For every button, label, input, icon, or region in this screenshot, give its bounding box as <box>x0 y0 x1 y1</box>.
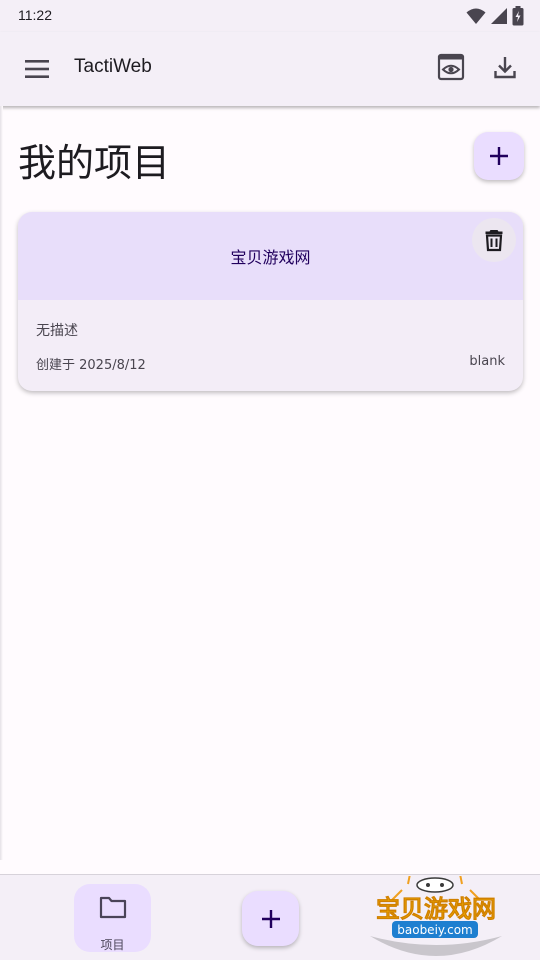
project-card-header: 宝贝游戏网 <box>18 212 523 300</box>
app-title: TactiWeb <box>74 56 152 77</box>
menu-icon <box>25 60 49 78</box>
add-project-button[interactable] <box>474 132 524 180</box>
trash-icon <box>485 230 503 252</box>
download-icon <box>494 57 516 79</box>
project-description: 无描述 <box>36 323 78 339</box>
preview-icon <box>437 53 465 81</box>
svg-text:baobeiy.com: baobeiy.com <box>397 923 472 937</box>
project-created-date: 创建于 2025/8/12 <box>36 358 146 373</box>
wifi-icon <box>466 8 486 24</box>
project-template: blank <box>469 354 505 369</box>
status-bar: 11:22 <box>0 0 540 32</box>
preview-button[interactable] <box>436 52 466 82</box>
screen: 11:22 TactiWeb 我的项目 宝贝游戏网 无描述 创建于 2025/8… <box>0 0 540 960</box>
download-button[interactable] <box>490 52 520 82</box>
watermark-logo: 宝贝游戏网 baobeiy.com <box>370 876 502 956</box>
nav-item-projects[interactable]: 项目 <box>74 884 151 952</box>
drawer-edge <box>0 106 3 860</box>
folder-icon <box>99 896 127 919</box>
nav-add-button[interactable] <box>242 891 299 946</box>
nav-projects-label: 项目 <box>100 938 125 952</box>
svg-text:宝贝游戏网: 宝贝游戏网 <box>376 895 496 923</box>
plus-icon <box>261 909 280 928</box>
app-bar: TactiWeb <box>0 32 540 106</box>
status-icons <box>466 6 524 26</box>
battery-icon <box>512 6 524 26</box>
status-time: 11:22 <box>18 7 52 23</box>
plus-icon <box>490 147 508 165</box>
menu-button[interactable] <box>20 54 54 84</box>
delete-project-button[interactable] <box>472 218 516 262</box>
page-title: 我的项目 <box>18 141 171 185</box>
signal-icon <box>491 8 507 24</box>
project-card[interactable]: 宝贝游戏网 无描述 创建于 2025/8/12 blank <box>18 212 523 391</box>
project-name: 宝贝游戏网 <box>230 248 311 267</box>
